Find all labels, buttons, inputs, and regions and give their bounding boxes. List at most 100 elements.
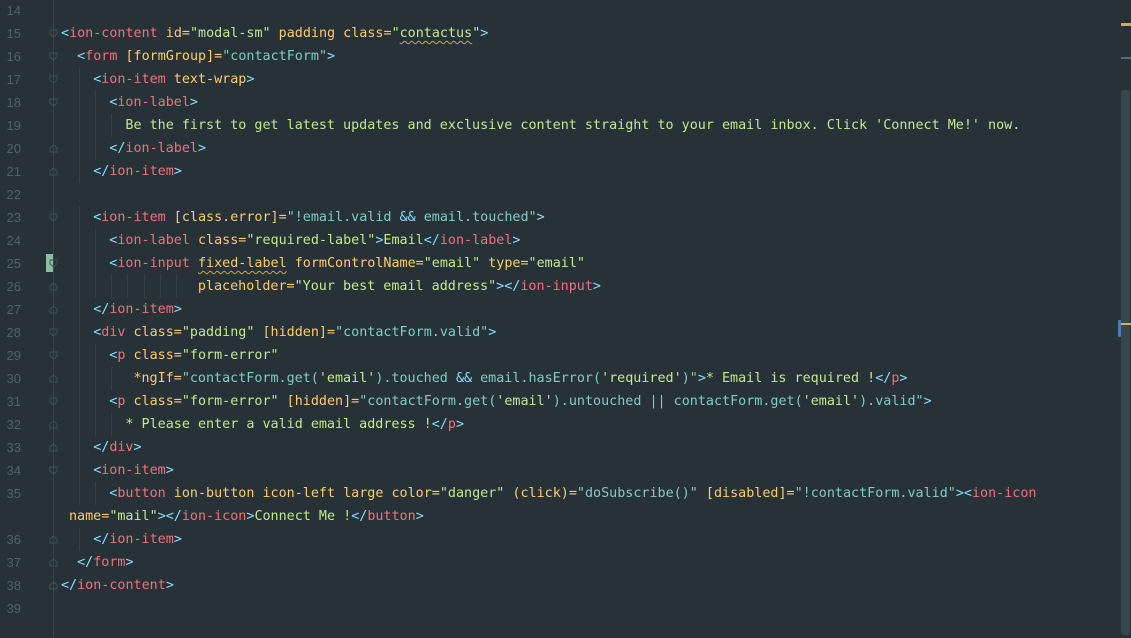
fold-close-icon[interactable] bbox=[49, 443, 58, 452]
token-attr: formControlName= bbox=[286, 256, 424, 271]
token-str: "form-error" bbox=[181, 348, 279, 363]
fold-open-icon[interactable] bbox=[49, 351, 58, 360]
fold-open-icon[interactable] bbox=[49, 213, 58, 222]
minimap-marker-warning bbox=[1121, 23, 1131, 26]
vertical-scrollbar[interactable] bbox=[1120, 0, 1131, 638]
code-content: <p class="form-error" [hidden]="contactF… bbox=[109, 390, 931, 413]
token-tag: div bbox=[101, 325, 126, 340]
code-content: <ion-item text-wrap> bbox=[93, 68, 254, 91]
scrollbar-thumb[interactable] bbox=[1121, 90, 1130, 635]
indent-guide bbox=[175, 275, 177, 298]
code-line[interactable]: 35 < button ion-button icon-left large col… bbox=[0, 482, 1100, 505]
code-content: </div> bbox=[93, 436, 141, 459]
code-line[interactable]: 20 </ion-label> bbox=[0, 137, 1100, 160]
fold-close-icon[interactable] bbox=[49, 374, 58, 383]
code-line[interactable]: 38 </ion-content> bbox=[0, 574, 1100, 597]
code-line[interactable]: 16 <form [formGroup]="contactForm"> bbox=[0, 45, 1100, 68]
fold-open-icon[interactable] bbox=[49, 397, 58, 406]
code-line[interactable]: 21 </ion-item> bbox=[0, 160, 1100, 183]
code-line[interactable]: 32 * Please enter a valid email address !… bbox=[0, 413, 1100, 436]
code-line[interactable]: 15 <ion-content id="modal-sm" padding cla… bbox=[0, 22, 1100, 45]
token-str: "required-label" bbox=[246, 233, 376, 248]
code-line[interactable]: 17 <ion-item text-wrap> bbox=[0, 68, 1100, 91]
fold-close-icon[interactable] bbox=[49, 167, 58, 176]
fold-close-icon[interactable] bbox=[49, 144, 58, 153]
code-line[interactable]: 31 <p class="form-error" [hidden]="contac… bbox=[0, 390, 1100, 413]
code-line[interactable]: 39 bbox=[0, 597, 1100, 620]
token-punc: > bbox=[165, 463, 174, 478]
line-number: 39 bbox=[6, 601, 21, 616]
token-attr: class= bbox=[125, 325, 182, 340]
line-number: 38 bbox=[6, 578, 21, 593]
fold-open-icon[interactable] bbox=[49, 52, 58, 61]
indent-guide bbox=[95, 367, 97, 390]
token-tag: button bbox=[117, 486, 166, 501]
code-line[interactable]: 23 <ion-item [class.error]="!email.valid … bbox=[0, 206, 1100, 229]
fold-close-icon[interactable] bbox=[49, 535, 58, 544]
code-line[interactable]: name="mail"></ion-icon > Connect Me !</but… bbox=[0, 505, 1100, 528]
fold-close-icon[interactable] bbox=[49, 305, 58, 314]
line-number: 18 bbox=[6, 95, 21, 110]
token-attr: text-wrap bbox=[165, 72, 247, 87]
token-expr: ).touched bbox=[375, 371, 456, 386]
fold-open-icon[interactable] bbox=[49, 75, 58, 84]
code-line[interactable]: 34 <ion-item> bbox=[0, 459, 1100, 482]
fold-open-icon[interactable] bbox=[49, 29, 58, 38]
code-line[interactable]: 19 Be the first to get latest updates and… bbox=[0, 114, 1100, 137]
line-number: 30 bbox=[6, 371, 21, 386]
code-line[interactable]: 18 <ion-label> bbox=[0, 91, 1100, 114]
token-punc: > bbox=[173, 532, 182, 547]
token-str: "form-error" bbox=[181, 394, 279, 409]
code-line[interactable]: 29 <p class="form-error" bbox=[0, 344, 1100, 367]
token-punc: </ bbox=[875, 371, 892, 386]
code-content: <ion-item [class.error]="!email.valid &&… bbox=[93, 206, 545, 229]
code-line[interactable]: 25 <ion-input fixed-label formControlName… bbox=[0, 252, 1100, 275]
token-punc: < bbox=[61, 26, 70, 41]
token-op: && bbox=[399, 210, 416, 225]
code-content: < button ion-button icon-left large color… bbox=[109, 482, 1036, 505]
token-punc: > bbox=[246, 72, 255, 87]
code-editor[interactable]: 14 15 <ion-content id="modal-sm" padding c… bbox=[0, 0, 1131, 638]
code-line[interactable]: 28 <div class="padding" [hidden]="contact… bbox=[0, 321, 1100, 344]
fold-open-icon[interactable] bbox=[49, 466, 58, 475]
fold-open-icon[interactable] bbox=[49, 259, 58, 268]
code-line[interactable]: 33 </div> bbox=[0, 436, 1100, 459]
indent-guide bbox=[79, 114, 81, 137]
code-content: * Please enter a valid email address !</… bbox=[125, 413, 464, 436]
code-line[interactable]: 14 bbox=[0, 0, 1100, 22]
token-tag: ion-item bbox=[109, 532, 174, 547]
indent-guide bbox=[79, 390, 81, 413]
fold-close-icon[interactable] bbox=[49, 282, 58, 291]
token-attr: padding class= bbox=[270, 26, 392, 41]
code-content: </form> bbox=[77, 551, 133, 574]
fold-close-icon[interactable] bbox=[49, 581, 58, 590]
token-punc: > bbox=[327, 49, 336, 64]
token-attr bbox=[190, 256, 198, 271]
code-content: <ion-input fixed-label formControlName="… bbox=[109, 252, 585, 275]
line-number: 29 bbox=[6, 348, 21, 363]
indent-guide bbox=[79, 321, 81, 344]
fold-close-icon[interactable] bbox=[49, 558, 58, 567]
token-tag: ion-icon bbox=[181, 509, 247, 524]
token-attr: [class.error]= bbox=[165, 210, 287, 225]
fold-close-icon[interactable] bbox=[49, 420, 58, 429]
token-attr: placeholder= bbox=[197, 279, 295, 294]
code-line[interactable]: 36 </ion-item> bbox=[0, 528, 1100, 551]
token-expr: "contactForm.get( bbox=[181, 371, 319, 386]
fold-open-icon[interactable] bbox=[49, 98, 58, 107]
code-line[interactable]: 30 *ngIf="contactForm.get('email').touche… bbox=[0, 367, 1100, 390]
indent-guide bbox=[111, 367, 113, 390]
code-line[interactable]: 26 placeholder="Your best email address">… bbox=[0, 275, 1100, 298]
token-punc: < bbox=[77, 49, 86, 64]
code-line[interactable]: 27 </ion-item> bbox=[0, 298, 1100, 321]
code-line[interactable]: 24 <ion-label class="required-label">Emai… bbox=[0, 229, 1100, 252]
token-strw: contactus bbox=[399, 26, 473, 41]
token-punc: ></ bbox=[157, 509, 182, 524]
fold-open-icon[interactable] bbox=[49, 328, 58, 337]
code-line[interactable]: 37 </form> bbox=[0, 551, 1100, 574]
code-content: <div class="padding" [hidden]="contactFo… bbox=[93, 321, 496, 344]
code-content: <ion-item> bbox=[93, 459, 174, 482]
token-expr: "contactForm.get( bbox=[359, 394, 497, 409]
code-line[interactable]: 22 bbox=[0, 183, 1100, 206]
token-punc: > bbox=[899, 371, 908, 386]
